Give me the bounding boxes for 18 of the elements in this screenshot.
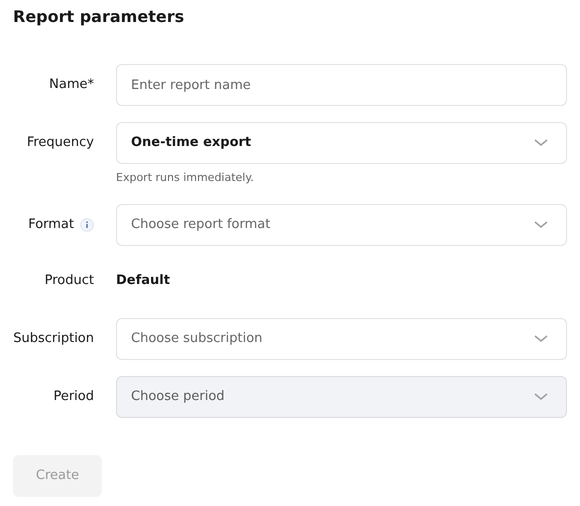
chevron-down-icon — [534, 393, 548, 401]
select-field[interactable]: One-time export — [116, 122, 567, 164]
field-label: Frequency — [26, 134, 94, 152]
product-value: Default — [116, 272, 170, 290]
chevron-down-icon — [534, 221, 548, 229]
name-input[interactable]: Enter report name — [116, 64, 567, 106]
select-field[interactable]: Choose report format — [116, 204, 567, 246]
field-label: Subscription — [13, 330, 94, 348]
form-title: Report parameters — [13, 6, 186, 28]
field-label: Period — [53, 388, 94, 406]
field-label: Name* — [49, 76, 94, 94]
chevron-down-icon — [534, 139, 548, 147]
select-field[interactable]: Choose subscription — [116, 318, 567, 360]
field-label: Product — [44, 272, 94, 290]
hint-text: Export runs immediately. — [116, 170, 254, 186]
chevron-down-icon — [534, 335, 548, 343]
info-icon[interactable] — [80, 218, 94, 232]
field-label: Format — [28, 216, 74, 234]
